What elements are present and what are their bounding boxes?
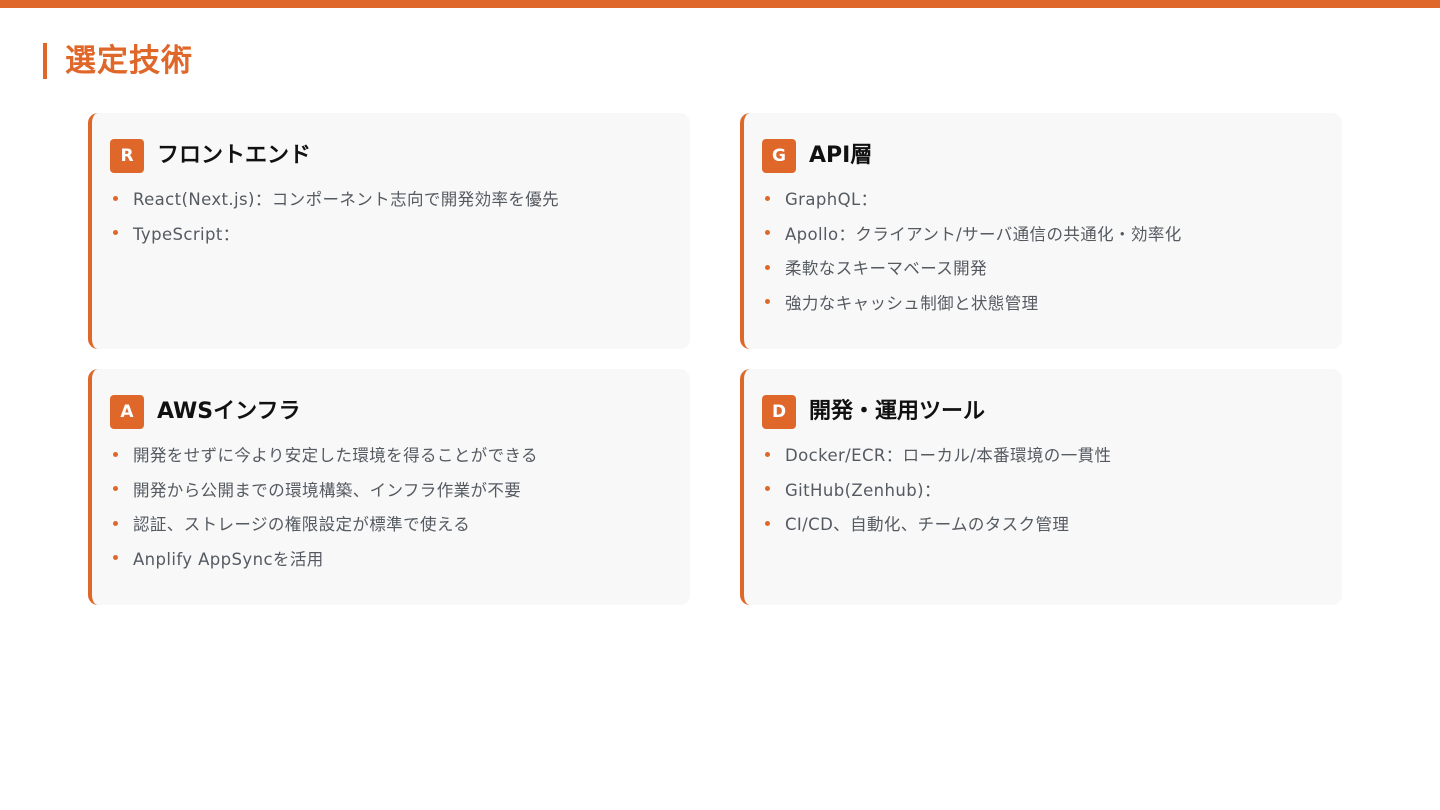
list-item: Docker/ECR：ローカル/本番環境の一貫性 [762,437,1342,472]
list-item-text: 認証、ストレージの権限設定が標準で使える [133,515,471,535]
list-item: 開発をせずに今より安定した環境を得ることができる [110,437,690,472]
card-title: AWSインフラ [157,399,301,424]
bullet-icon [113,451,118,457]
list-item-text: 開発をせずに今より安定した環境を得ることができる [133,446,538,466]
card-aws-infra: A AWSインフラ 開発をせずに今より安定した環境を得ることができる 開発から公… [88,369,690,605]
list-item-text: React(Next.js)：コンポーネント志向で開発効率を優先 [133,190,560,210]
list-item-text: Docker/ECR：ローカル/本番環境の一貫性 [785,446,1112,466]
list-item: GitHub(Zenhub)： [762,472,1342,507]
card-devops-tools: D 開発・運用ツール Docker/ECR：ローカル/本番環境の一貫性 GitH… [740,369,1342,605]
card-title: 開発・運用ツール [809,399,986,424]
bullet-icon [765,451,770,457]
list-item-text: GitHub(Zenhub)： [785,480,941,500]
list-item-text: CI/CD、自動化、チームのタスク管理 [785,515,1070,535]
bullet-icon [765,264,770,270]
list-item: CI/CD、自動化、チームのタスク管理 [762,506,1342,541]
card-badge: R [110,139,144,173]
card-list: Docker/ECR：ローカル/本番環境の一貫性 GitHub(Zenhub)：… [762,437,1342,541]
card-header: G API層 [762,139,1342,173]
title-accent-bar [43,43,47,79]
bullet-icon [765,486,770,492]
card-header: R フロントエンド [110,139,690,173]
bullet-icon [113,520,118,526]
bullet-icon [765,299,770,305]
card-api-layer: G API層 GraphQL： Apollo：クライアント/サーバ通信の共通化・… [740,113,1342,349]
card-title: フロントエンド [157,143,312,168]
page-title: 選定技術 [65,43,193,79]
bullet-icon [113,230,118,236]
list-item-text: 柔軟なスキーマベース開発 [785,259,987,279]
list-item: Anplify AppSyncを活用 [110,541,690,576]
card-badge: A [110,395,144,429]
card-header: D 開発・運用ツール [762,395,1342,429]
bullet-icon [113,555,118,561]
list-item: 強力なキャッシュ制御と状態管理 [762,285,1342,320]
bullet-icon [113,195,118,201]
list-item-text: TypeScript： [133,224,240,244]
list-item-text: GraphQL： [785,190,878,210]
list-item-text: 開発から公開までの環境構築、インフラ作業が不要 [133,480,522,500]
list-item: Apollo：クライアント/サーバ通信の共通化・効率化 [762,216,1342,251]
list-item: 開発から公開までの環境構築、インフラ作業が不要 [110,472,690,507]
card-list: 開発をせずに今より安定した環境を得ることができる 開発から公開までの環境構築、イ… [110,437,690,575]
top-accent-bar [0,0,1440,8]
list-item: GraphQL： [762,181,1342,216]
list-item-text: Anplify AppSyncを活用 [133,549,324,569]
list-item-text: 強力なキャッシュ制御と状態管理 [785,293,1039,313]
list-item: TypeScript： [110,216,690,251]
bullet-icon [765,520,770,526]
list-item: 認証、ストレージの権限設定が標準で使える [110,506,690,541]
list-item-text: Apollo：クライアント/サーバ通信の共通化・効率化 [785,224,1182,244]
card-header: A AWSインフラ [110,395,690,429]
card-frontend: R フロントエンド React(Next.js)：コンポーネント志向で開発効率を… [88,113,690,349]
card-list: GraphQL： Apollo：クライアント/サーバ通信の共通化・効率化 柔軟な… [762,181,1342,319]
bullet-icon [765,230,770,236]
card-badge: D [762,395,796,429]
card-title: API層 [809,143,873,168]
page-header: 選定技術 [43,42,193,80]
card-list: React(Next.js)：コンポーネント志向で開発効率を優先 TypeScr… [110,181,690,250]
card-badge: G [762,139,796,173]
bullet-icon [113,486,118,492]
list-item: React(Next.js)：コンポーネント志向で開発効率を優先 [110,181,690,216]
bullet-icon [765,195,770,201]
list-item: 柔軟なスキーマベース開発 [762,250,1342,285]
